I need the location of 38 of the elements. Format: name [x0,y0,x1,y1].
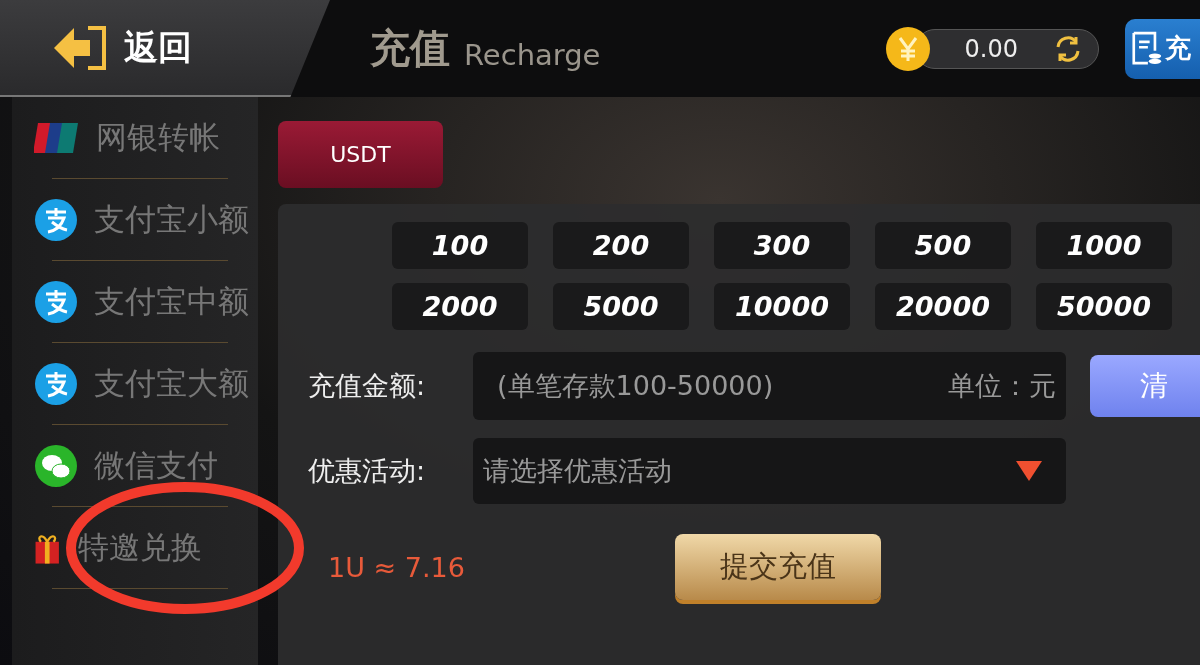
amount-option[interactable]: 100 [392,222,528,269]
promo-placeholder: 请选择优惠活动 [483,454,672,488]
amount-label: 充值金额: [308,369,427,403]
payment-method-item[interactable]: 微信支付 [94,445,218,487]
amount-option[interactable]: 20000 [875,283,1011,330]
amount-option[interactable]: 5000 [553,283,689,330]
exchange-rate: 1U ≈ 7.16 [328,551,466,583]
amount-option[interactable]: 200 [553,222,689,269]
alipay-icon [34,280,78,324]
promo-dropdown[interactable]: 请选择优惠活动 [473,438,1066,504]
amount-option[interactable]: 300 [714,222,850,269]
bill-coins-icon [1132,30,1162,67]
payment-method-item[interactable]: 支付宝中额 [94,281,249,323]
payment-method-item[interactable]: 网银转帐 [96,117,220,159]
back-link[interactable]: 返回 [124,24,192,71]
amount-field[interactable]: (单笔存款100-50000) 单位：元 [473,352,1066,420]
payment-method-item[interactable]: 支付宝大额 [94,363,249,405]
amount-option[interactable]: 50000 [1036,283,1172,330]
amount-placeholder: (单笔存款100-50000) [497,369,774,403]
card-logo-icon [34,123,80,153]
amount-option[interactable]: 2000 [392,283,528,330]
currency-tab[interactable]: USDT [278,121,443,188]
payment-method-item[interactable]: 特邀兑换 [78,527,202,569]
dropdown-caret-icon [1016,461,1042,481]
unit-label: 单位：元 [948,369,1056,403]
yen-coin-icon [885,25,931,72]
amount-option[interactable]: 1000 [1036,222,1172,269]
amount-option[interactable]: 500 [875,222,1011,269]
alipay-icon [34,362,78,406]
chat-bubbles-icon [34,444,78,488]
record-button[interactable]: 充 [1125,18,1200,79]
promo-label: 优惠活动: [308,454,427,488]
page-subtitle: Recharge [464,37,601,72]
payment-method-item[interactable]: 支付宝小额 [94,199,249,241]
balance-amount: 0.00 [964,34,1018,63]
alipay-icon [34,198,78,242]
page-title: 充值 [370,24,450,73]
amount-option[interactable]: 10000 [714,283,850,330]
